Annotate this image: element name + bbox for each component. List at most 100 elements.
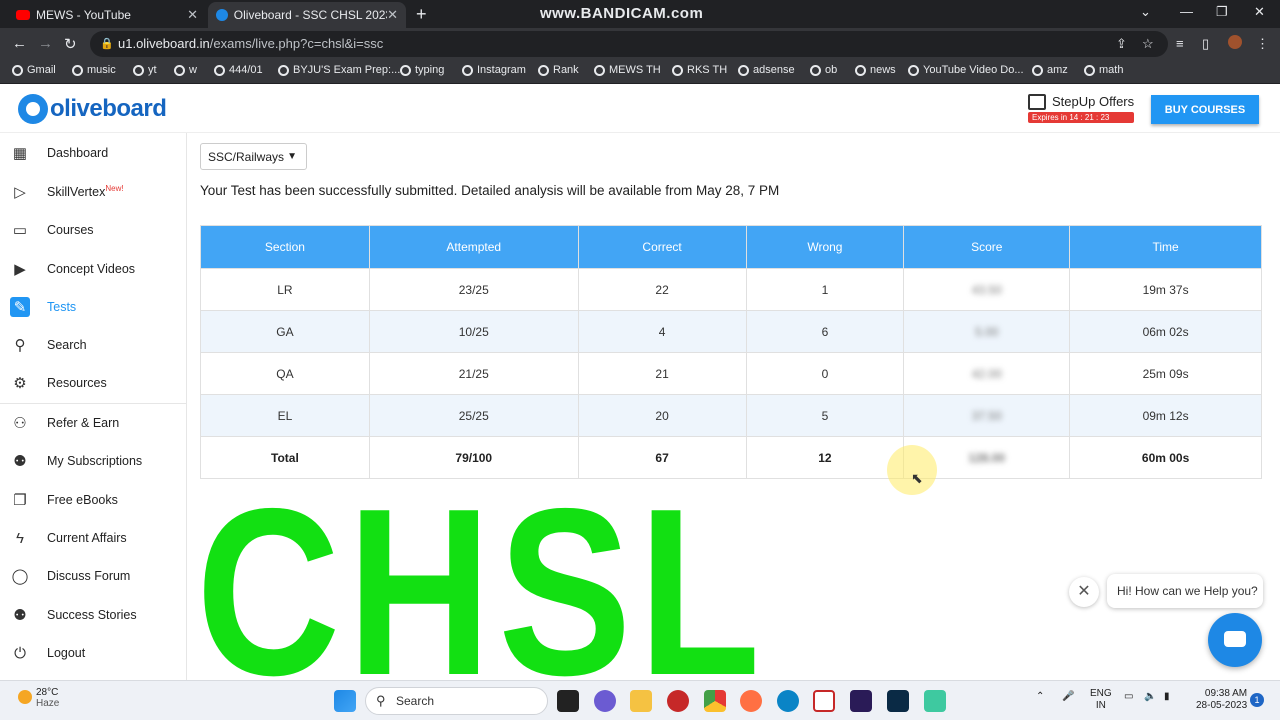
sun-icon [18, 690, 32, 704]
bookmark-item[interactable]: Rank [538, 64, 579, 76]
maximize-icon[interactable]: ❐ [1216, 4, 1228, 20]
sidebar-item-courses[interactable]: ▭ Courses [0, 211, 187, 249]
bookmark-item[interactable]: ob [810, 64, 837, 76]
star-icon[interactable]: ☆ [1142, 36, 1154, 52]
close-window-icon[interactable]: ✕ [1254, 4, 1265, 20]
battery-icon[interactable]: ▮ [1164, 691, 1170, 703]
sidebar-item-search[interactable]: ⚲ Search [0, 326, 187, 364]
column-header: Attempted [368, 225, 579, 269]
teams-icon[interactable] [594, 690, 616, 712]
new-badge: New! [105, 184, 124, 194]
user-icon: ⚉ [13, 607, 27, 624]
sidebar-item-logout[interactable]: ⏻ Logout [0, 634, 187, 672]
back-icon[interactable]: ← [12, 35, 27, 52]
bookmark-item[interactable]: MEWS TH [594, 64, 661, 76]
search-icon: ⚲ [376, 693, 386, 708]
sidebar-item-resources[interactable]: ⚙ Resources [0, 364, 187, 402]
power-icon: ⏻ [14, 644, 26, 662]
bookmark-item[interactable]: math [1084, 64, 1123, 76]
chat-close-icon[interactable]: ✕ [1069, 577, 1099, 607]
bookmark-item[interactable]: news [855, 64, 896, 76]
bookmark-item[interactable]: yt [133, 64, 157, 76]
forward-icon[interactable]: → [38, 35, 53, 52]
search-icon: ⚲ [14, 337, 26, 354]
new-tab-icon[interactable]: + [416, 4, 427, 25]
close-tab-icon[interactable]: ✕ [387, 7, 398, 23]
premiere-icon[interactable] [850, 690, 872, 712]
stepup-offers[interactable]: StepUp Offers Expires in 14 : 21 : 23 [1028, 94, 1140, 123]
windows-start-icon[interactable] [334, 690, 356, 712]
sidebar-item-refer-earn[interactable]: ⚇ Refer & Earn [0, 404, 187, 442]
video-icon: ▶ [14, 261, 26, 278]
bookmark-item[interactable]: amz [1032, 64, 1068, 76]
record-icon[interactable] [667, 690, 689, 712]
column-header: Score [903, 225, 1071, 269]
globe-icon [538, 64, 549, 76]
notification-badge[interactable]: 1 [1250, 693, 1264, 707]
tab-oliveboard[interactable]: Oliveboard - SSC CHSL 2023 Tie ✕ [208, 2, 406, 28]
taskbar-search[interactable]: ⚲ Search [365, 687, 548, 715]
sidepanel-icon[interactable]: ▯ [1202, 36, 1209, 52]
column-header: Correct [577, 225, 747, 269]
url-input[interactable]: 🔒 u1.oliveboard.in/exams/live.php?c=chsl… [90, 31, 1168, 57]
table-row: LR 23/25 22 1 43.50 19m 37s [200, 268, 1262, 311]
sidebar-item-tests[interactable]: ✎ Tests [0, 288, 187, 326]
sidebar-item-ebooks[interactable]: ❐ Free eBooks [0, 481, 187, 519]
tab-title: MEWS - YouTube [36, 8, 131, 22]
sidebar-item-concept-videos[interactable]: ▶ Concept Videos [0, 250, 187, 288]
bookmark-item[interactable]: BYJU'S Exam Prep:... [278, 64, 400, 76]
windows-taskbar: 28°C Haze ⚲ Search ⌃ 🎤 ENG IN ▭ 🔈 ▮ 09:3… [0, 680, 1280, 720]
weather-widget[interactable]: 28°C Haze [18, 687, 59, 709]
chrome-icon[interactable] [704, 690, 726, 712]
app-icon[interactable] [924, 690, 946, 712]
bookmark-item[interactable]: w [174, 64, 197, 76]
task-view-icon[interactable] [557, 690, 579, 712]
oliveboard-logo[interactable]: oliveboard [18, 94, 167, 124]
network-icon[interactable]: ▭ [1124, 691, 1133, 703]
media-icon[interactable]: ≡ [1176, 36, 1184, 51]
buy-courses-button[interactable]: BUY COURSES [1151, 95, 1259, 124]
sidebar-item-success-stories[interactable]: ⚉ Success Stories [0, 596, 187, 634]
language-indicator[interactable]: ENG IN [1090, 688, 1112, 712]
bookmarks-bar: Gmail music yt w 444/01 BYJU'S Exam Prep… [0, 60, 1280, 84]
volume-icon[interactable]: 🔈 [1144, 691, 1156, 703]
browser-tab-strip: MEWS - YouTube ✕ Oliveboard - SSC CHSL 2… [0, 0, 1280, 28]
photoshop-icon[interactable] [887, 690, 909, 712]
snipping-tool-icon[interactable] [813, 690, 835, 712]
sidebar-item-dashboard[interactable]: ▦ Dashboard [0, 134, 187, 172]
bookmark-item[interactable]: YouTube Video Do... [908, 64, 1024, 76]
close-tab-icon[interactable]: ✕ [187, 7, 198, 23]
chevron-up-icon[interactable]: ⌃ [1036, 691, 1044, 703]
clock[interactable]: 09:38 AM 28-05-2023 [1196, 688, 1247, 712]
edge-icon[interactable] [777, 690, 799, 712]
score-cell: 5.00 [903, 310, 1071, 353]
sidebar-item-discuss-forum[interactable]: ◯ Discuss Forum [0, 557, 187, 595]
globe-icon [672, 64, 683, 76]
bookmark-item[interactable]: music [72, 64, 116, 76]
bookmark-item[interactable]: typing [400, 64, 444, 76]
column-header: Section [200, 225, 370, 269]
refer-icon: ⚇ [13, 415, 27, 432]
menu-icon[interactable]: ⋮ [1256, 36, 1269, 52]
bookmark-item[interactable]: RKS TH [672, 64, 727, 76]
chat-launcher-button[interactable] [1208, 613, 1262, 667]
minimize-icon[interactable]: — [1180, 4, 1193, 19]
chat-greeting[interactable]: Hi! How can we Help you? [1107, 574, 1263, 608]
bookmark-item[interactable]: Instagram [462, 64, 526, 76]
firefox-icon[interactable] [740, 690, 762, 712]
file-explorer-icon[interactable] [630, 690, 652, 712]
sidebar-item-skillvertex[interactable]: ▷ SkillVertexNew! [0, 173, 187, 211]
profile-avatar[interactable] [1228, 35, 1242, 49]
category-select[interactable]: SSC/Railways ▼ [200, 143, 307, 170]
chevron-down-icon[interactable]: ⌄ [1140, 4, 1151, 20]
sidebar-item-subscriptions[interactable]: ⚉ My Subscriptions [0, 442, 187, 480]
bookmark-item[interactable]: 444/01 [214, 64, 263, 76]
tab-youtube[interactable]: MEWS - YouTube ✕ [8, 2, 206, 28]
share-icon[interactable]: ⇪ [1116, 36, 1127, 52]
ebook-icon: ❐ [13, 492, 27, 509]
bookmark-item[interactable]: Gmail [12, 64, 56, 76]
sidebar-item-current-affairs[interactable]: ϟ Current Affairs [0, 519, 187, 557]
reload-icon[interactable]: ↻ [64, 35, 77, 53]
bookmark-item[interactable]: adsense [738, 64, 795, 76]
microphone-icon[interactable]: 🎤 [1062, 691, 1074, 703]
